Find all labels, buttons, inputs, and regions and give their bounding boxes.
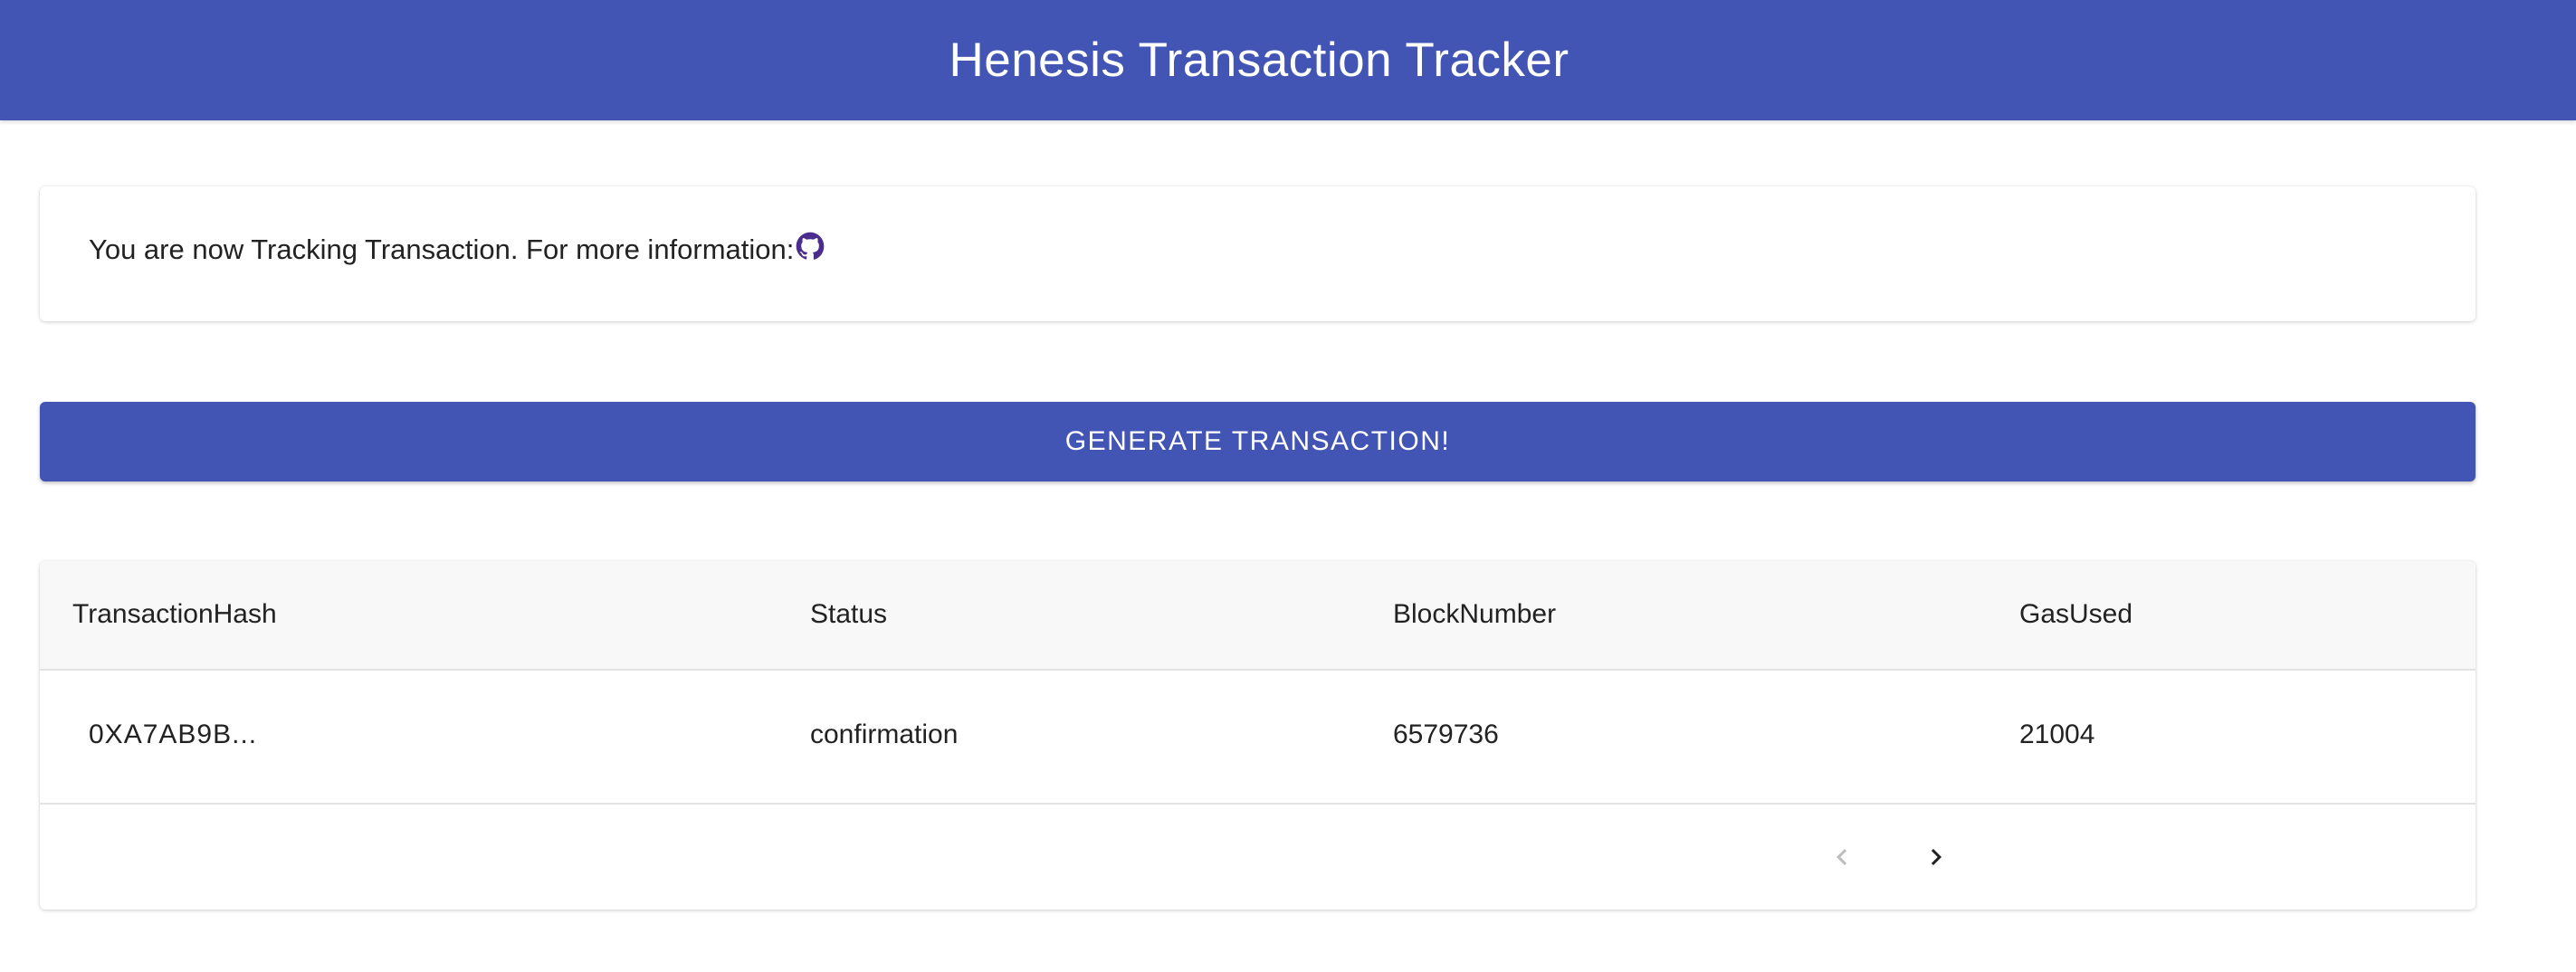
cell-status: confirmation	[810, 719, 959, 749]
cell-transaction-hash[interactable]: 0XA7AB9B...	[89, 719, 257, 750]
next-page-button[interactable]	[1911, 832, 1961, 882]
column-header-block-number[interactable]: BlockNumber	[1393, 599, 1556, 630]
table-row[interactable]: 0XA7AB9B... confirmation 6579736 21004	[40, 671, 2476, 805]
chevron-left-icon	[1837, 849, 1847, 865]
generate-transaction-button[interactable]: GENERATE TRANSACTION!	[40, 402, 2476, 481]
table-header-row: TransactionHash Status BlockNumber GasUs…	[40, 561, 2476, 671]
cell-gas-used: 21004	[2019, 719, 2095, 749]
pagination	[40, 805, 2476, 910]
column-header-status[interactable]: Status	[810, 599, 887, 630]
previous-page-button[interactable]	[1817, 832, 1867, 882]
cell-block-number: 6579736	[1393, 719, 1499, 749]
column-header-transaction-hash[interactable]: TransactionHash	[72, 599, 277, 630]
github-icon[interactable]	[796, 232, 825, 261]
column-header-gas-used[interactable]: GasUsed	[2019, 599, 2132, 630]
info-message: You are now Tracking Transaction. For mo…	[89, 232, 825, 266]
info-text: You are now Tracking Transaction. For mo…	[89, 233, 795, 265]
chevron-right-icon	[1931, 849, 1942, 865]
app-title: Henesis Transaction Tracker	[949, 33, 1569, 87]
info-card: You are now Tracking Transaction. For mo…	[40, 186, 2476, 321]
transactions-table: TransactionHash Status BlockNumber GasUs…	[40, 561, 2476, 910]
app-bar: Henesis Transaction Tracker	[0, 0, 2576, 120]
